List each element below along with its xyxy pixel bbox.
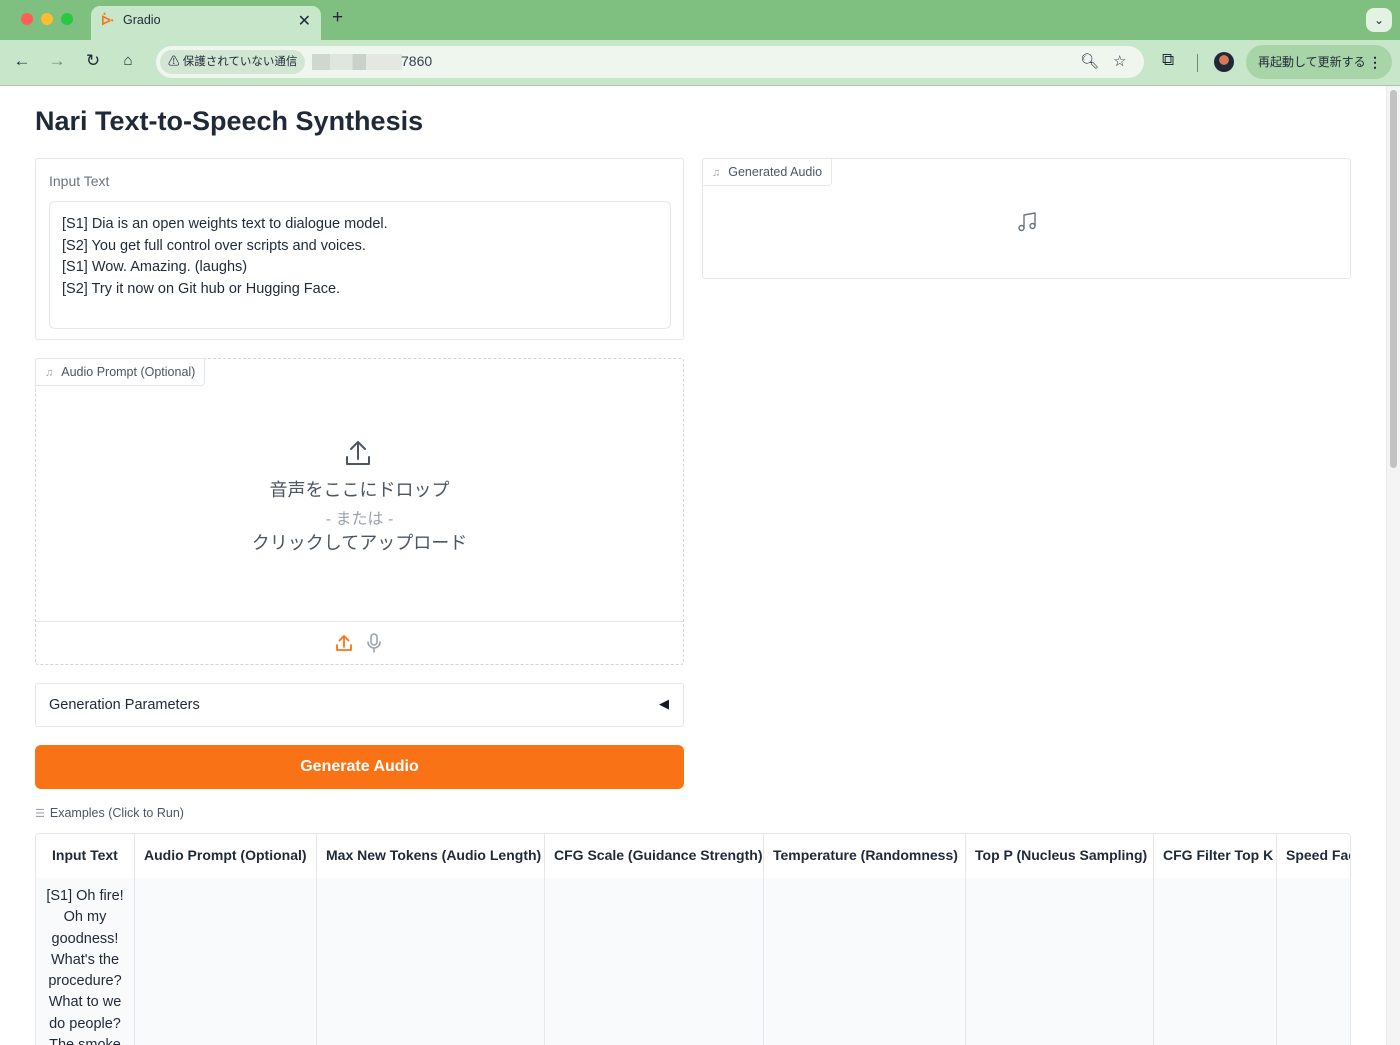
example-cell[interactable] bbox=[545, 878, 763, 1045]
column-header: Audio Prompt (Optional) bbox=[144, 847, 307, 863]
extensions-icon[interactable]: ⧉ bbox=[1162, 50, 1174, 70]
column-header: CFG Scale (Guidance Strength) bbox=[554, 847, 763, 863]
cell-text-line: The smoke bbox=[40, 1035, 130, 1045]
scrollbar-thumb[interactable] bbox=[1390, 90, 1397, 468]
minimize-window-button[interactable] bbox=[41, 13, 53, 25]
cell-text-line: goodness! bbox=[51, 930, 119, 947]
browser-tab[interactable]: ᐕ Gradio ✕ bbox=[91, 6, 321, 40]
generation-parameters-label: Generation Parameters bbox=[49, 697, 200, 713]
music-note-icon: ♫ bbox=[45, 367, 54, 379]
examples-label-text: Examples (Click to Run) bbox=[49, 806, 184, 820]
input-text-line: [S2] You get full control over scripts a… bbox=[62, 237, 366, 254]
upload-icon bbox=[346, 441, 370, 465]
example-cell[interactable] bbox=[966, 878, 1153, 1045]
column-header: Top P (Nucleus Sampling) bbox=[975, 847, 1148, 863]
url-redacted bbox=[312, 54, 402, 70]
generated-audio-block: ♫ Generated Audio bbox=[702, 158, 1351, 279]
tab-title: Gradio bbox=[123, 13, 161, 27]
example-row-input-text[interactable]: [S1] Oh fire! Oh my goodness! What's the… bbox=[36, 878, 134, 1045]
column-header: Temperature (Randomness) bbox=[773, 847, 958, 863]
audio-prompt-upload[interactable]: ♫ Audio Prompt (Optional) 音声をここにドロップ - また… bbox=[35, 358, 684, 665]
more-menu-icon[interactable]: ⋮ bbox=[1368, 45, 1382, 79]
relaunch-update-button[interactable]: 再起動して更新する ⋮ bbox=[1246, 45, 1392, 79]
upload-source-icon[interactable] bbox=[334, 632, 354, 654]
cell-text-line: What to we bbox=[48, 994, 122, 1011]
cell-text-line: What's the bbox=[50, 951, 120, 968]
audio-prompt-label: Audio Prompt (Optional) bbox=[61, 365, 196, 379]
examples-column: Temperature (Randomness) bbox=[764, 834, 966, 1045]
close-tab-icon[interactable]: ✕ bbox=[298, 11, 311, 31]
input-text-block: Input Text [S1] Dia is an open weights t… bbox=[35, 158, 684, 340]
browser-toolbar: ← → ↻ ⌂ ⚠ 保護されていない通信 7860 🔍︎ ☆ ⧉ 再起動して更新… bbox=[0, 40, 1400, 86]
examples-table[interactable]: Input Text [S1] Oh fire! Oh my goodness!… bbox=[35, 833, 1351, 1045]
input-text-line: [S1] Dia is an open weights text to dial… bbox=[62, 216, 388, 232]
cell-text-line: do people? bbox=[49, 1015, 121, 1032]
examples-column: CFG Scale (Guidance Strength) bbox=[545, 834, 764, 1045]
generate-audio-button[interactable]: Generate Audio bbox=[35, 745, 684, 789]
list-icon: ☰ bbox=[35, 808, 45, 820]
toolbar-divider bbox=[1197, 54, 1198, 72]
back-icon[interactable]: ← bbox=[12, 51, 32, 71]
url-text[interactable]: 7860 bbox=[401, 53, 432, 69]
caret-left-icon: ◀ bbox=[659, 696, 669, 711]
music-icon bbox=[1018, 212, 1036, 232]
tab-search-button[interactable]: ⌄ bbox=[1366, 8, 1392, 32]
examples-column: Max New Tokens (Audio Length) bbox=[317, 834, 545, 1045]
example-cell[interactable] bbox=[764, 878, 965, 1045]
microphone-icon[interactable] bbox=[364, 632, 384, 654]
examples-column: Speed Factor bbox=[1277, 834, 1350, 1045]
audio-prompt-label-chip: ♫ Audio Prompt (Optional) bbox=[35, 358, 206, 386]
new-tab-button[interactable]: + bbox=[332, 7, 343, 29]
generated-audio-label: Generated Audio bbox=[728, 165, 823, 179]
home-icon[interactable]: ⌂ bbox=[118, 52, 138, 69]
input-text-line: [S1] Wow. Amazing. (laughs) bbox=[62, 259, 248, 275]
click-upload-text: クリックしてアップロード bbox=[251, 533, 468, 553]
example-cell[interactable] bbox=[135, 878, 316, 1045]
security-label: 保護されていない通信 bbox=[182, 56, 298, 68]
examples-column: Input Text [S1] Oh fire! Oh my goodness!… bbox=[36, 834, 135, 1045]
music-note-icon: ♫ bbox=[712, 167, 721, 179]
or-text: - または - bbox=[325, 511, 394, 528]
cell-text-line: procedure? bbox=[48, 973, 122, 990]
page-title: Nari Text-to-Speech Synthesis bbox=[35, 106, 424, 136]
example-cell[interactable] bbox=[1277, 878, 1350, 1045]
examples-column: Top P (Nucleus Sampling) bbox=[966, 834, 1154, 1045]
example-cell[interactable] bbox=[317, 878, 544, 1045]
generated-audio-label-chip: ♫ Generated Audio bbox=[702, 158, 833, 186]
profile-avatar[interactable] bbox=[1214, 52, 1234, 72]
relaunch-label: 再起動して更新する bbox=[1258, 55, 1366, 69]
examples-column: CFG Filter Top K bbox=[1154, 834, 1277, 1045]
bookmark-star-icon[interactable]: ☆ bbox=[1113, 52, 1126, 70]
cell-text-line: Oh my bbox=[63, 909, 107, 926]
drop-audio-text: 音声をここにドロップ bbox=[269, 480, 450, 500]
generation-parameters-accordion[interactable]: Generation Parameters ◀ bbox=[35, 683, 684, 727]
forward-icon[interactable]: → bbox=[47, 51, 67, 71]
maximize-window-button[interactable] bbox=[61, 13, 73, 25]
audio-source-toolbar bbox=[36, 621, 683, 664]
cell-text-line: [S1] Oh fire! bbox=[46, 888, 124, 904]
gradio-icon: ᐕ bbox=[101, 13, 115, 28]
browser-tab-strip: ᐕ Gradio ✕ + ⌄ bbox=[0, 0, 1400, 40]
column-header: CFG Filter Top K bbox=[1163, 847, 1274, 863]
input-text-label: Input Text bbox=[49, 173, 110, 189]
examples-label: ☰ Examples (Click to Run) bbox=[35, 806, 184, 820]
input-text-line: [S2] Try it now on Git hub or Hugging Fa… bbox=[62, 280, 341, 297]
column-header: Input Text bbox=[52, 847, 118, 863]
input-text-field[interactable]: [S1] Dia is an open weights text to dial… bbox=[49, 201, 671, 329]
warning-icon: ⚠ bbox=[168, 56, 180, 68]
column-header: Speed Factor bbox=[1286, 847, 1350, 863]
close-window-button[interactable] bbox=[21, 13, 33, 25]
page-scrollbar[interactable] bbox=[1386, 86, 1400, 1045]
reload-icon[interactable]: ↻ bbox=[83, 51, 103, 71]
example-cell[interactable] bbox=[1154, 878, 1276, 1045]
address-bar[interactable]: ⚠ 保護されていない通信 7860 🔍︎ ☆ bbox=[156, 46, 1144, 78]
security-chip[interactable]: ⚠ 保護されていない通信 bbox=[160, 50, 306, 74]
gradio-app: Nari Text-to-Speech Synthesis Input Text… bbox=[0, 86, 1386, 1045]
zoom-icon[interactable]: 🔍︎ bbox=[1080, 52, 1099, 70]
column-header: Max New Tokens (Audio Length) bbox=[326, 847, 542, 863]
examples-column: Audio Prompt (Optional) bbox=[135, 834, 317, 1045]
